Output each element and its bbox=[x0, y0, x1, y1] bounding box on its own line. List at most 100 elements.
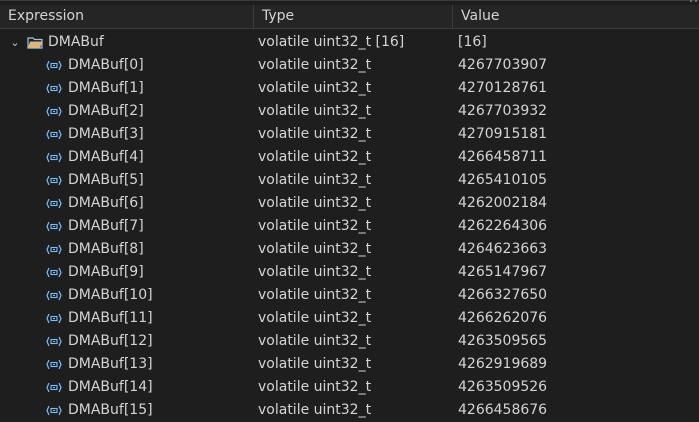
field-icon bbox=[46, 267, 62, 278]
value-cell[interactable]: 4267703907 bbox=[458, 54, 698, 77]
field-icon bbox=[46, 83, 62, 94]
type-cell: volatile uint32_t bbox=[258, 218, 372, 234]
tree-row[interactable]: DMABuf[12] volatile uint32_t 4263509565 bbox=[0, 330, 699, 353]
field-icon bbox=[46, 382, 62, 393]
field-icon bbox=[46, 152, 62, 163]
value-cell[interactable]: 4262002184 bbox=[458, 192, 698, 215]
tree-row[interactable]: DMABuf[6] volatile uint32_t 4262002184 bbox=[0, 192, 699, 215]
column-header-expression[interactable]: Expression bbox=[0, 5, 254, 28]
expression-cell: DMABuf[14] bbox=[0, 376, 254, 399]
expression-cell: DMABuf[2] bbox=[0, 100, 254, 123]
column-header-type[interactable]: Type bbox=[254, 5, 453, 28]
tree-row[interactable]: DMABuf[0] volatile uint32_t 4267703907 bbox=[0, 54, 699, 77]
value-cell[interactable]: 4266262076 bbox=[458, 307, 698, 330]
expression-name: DMABuf[5] bbox=[68, 172, 144, 188]
expression-cell: DMABuf[12] bbox=[0, 330, 254, 353]
expression-name: DMABuf[6] bbox=[68, 195, 144, 211]
tree-row[interactable]: DMABuf[2] volatile uint32_t 4267703932 bbox=[0, 100, 699, 123]
field-icon bbox=[46, 198, 62, 209]
type-cell: volatile uint32_t bbox=[258, 149, 372, 165]
tree-row[interactable]: DMABuf[8] volatile uint32_t 4264623663 bbox=[0, 238, 699, 261]
expression-cell: DMABuf[3] bbox=[0, 123, 254, 146]
field-icon bbox=[46, 175, 62, 186]
tree-row[interactable]: DMABuf[1] volatile uint32_t 4270128761 bbox=[0, 77, 699, 100]
expression-cell: DMABuf[8] bbox=[0, 238, 254, 261]
expression-name: DMABuf[13] bbox=[68, 356, 153, 372]
type-cell: volatile uint32_t bbox=[258, 333, 372, 349]
field-icon bbox=[46, 244, 62, 255]
expression-name: DMABuf[10] bbox=[68, 287, 153, 303]
column-header-value[interactable]: Value bbox=[453, 5, 699, 28]
type-cell: volatile uint32_t bbox=[258, 80, 372, 96]
field-icon bbox=[46, 290, 62, 301]
expression-cell: DMABuf[5] bbox=[0, 169, 254, 192]
tree-row[interactable]: DMABuf[3] volatile uint32_t 4270915181 bbox=[0, 123, 699, 146]
tree-row[interactable]: DMABuf[7] volatile uint32_t 4262264306 bbox=[0, 215, 699, 238]
expression-cell: ⌄ DMABuf bbox=[0, 31, 254, 54]
type-cell: volatile uint32_t bbox=[258, 310, 372, 326]
value-cell[interactable]: 4270915181 bbox=[458, 123, 698, 146]
chevron-down-icon[interactable]: ⌄ bbox=[8, 31, 22, 54]
value-cell[interactable]: 4270128761 bbox=[458, 77, 698, 100]
type-cell: volatile uint32_t bbox=[258, 287, 372, 303]
type-cell: volatile uint32_t bbox=[258, 126, 372, 142]
type-cell: volatile uint32_t bbox=[258, 379, 372, 395]
expression-cell: DMABuf[13] bbox=[0, 353, 254, 376]
field-icon bbox=[46, 221, 62, 232]
expression-name: DMABuf[11] bbox=[68, 310, 153, 326]
tree-row[interactable]: DMABuf[14] volatile uint32_t 4263509526 bbox=[0, 376, 699, 399]
expression-name: DMABuf[0] bbox=[68, 57, 144, 73]
value-cell[interactable]: 4263509565 bbox=[458, 330, 698, 353]
tree-row[interactable]: DMABuf[15] volatile uint32_t 4266458676 bbox=[0, 399, 699, 422]
tree-row[interactable]: DMABuf[13] volatile uint32_t 4262919689 bbox=[0, 353, 699, 376]
field-icon bbox=[46, 405, 62, 416]
value-cell[interactable]: [16] bbox=[458, 31, 698, 54]
value-cell[interactable]: 4265147967 bbox=[458, 261, 698, 284]
expression-cell: DMABuf[9] bbox=[0, 261, 254, 284]
value-cell[interactable]: 4263509526 bbox=[458, 376, 698, 399]
field-icon bbox=[46, 336, 62, 347]
value-cell[interactable]: 4265410105 bbox=[458, 169, 698, 192]
watch-rows: ⌄ DMABuf volatile uint32_t [16] [16] DMA… bbox=[0, 31, 699, 422]
field-icon bbox=[46, 313, 62, 324]
tree-row[interactable]: DMABuf[10] volatile uint32_t 4266327650 bbox=[0, 284, 699, 307]
value-cell[interactable]: 4267703932 bbox=[458, 100, 698, 123]
type-cell: volatile uint32_t bbox=[258, 57, 372, 73]
value-cell[interactable]: 4262264306 bbox=[458, 215, 698, 238]
expression-name: DMABuf[2] bbox=[68, 103, 144, 119]
tree-row[interactable]: DMABuf[5] volatile uint32_t 4265410105 bbox=[0, 169, 699, 192]
expression-cell: DMABuf[10] bbox=[0, 284, 254, 307]
field-icon bbox=[46, 129, 62, 140]
value-cell[interactable]: 4264623663 bbox=[458, 238, 698, 261]
tree-row[interactable]: DMABuf[4] volatile uint32_t 4266458711 bbox=[0, 146, 699, 169]
resize-grip-icon[interactable] bbox=[687, 0, 699, 3]
type-cell: volatile uint32_t bbox=[258, 103, 372, 119]
expression-cell: DMABuf[7] bbox=[0, 215, 254, 238]
expression-cell: DMABuf[4] bbox=[0, 146, 254, 169]
expression-name: DMABuf[15] bbox=[68, 402, 153, 418]
expression-name: DMABuf[8] bbox=[68, 241, 144, 257]
value-cell[interactable]: 4266458711 bbox=[458, 146, 698, 169]
type-cell: volatile uint32_t bbox=[258, 172, 372, 188]
tree-row[interactable]: DMABuf[9] volatile uint32_t 4265147967 bbox=[0, 261, 699, 284]
type-cell: volatile uint32_t bbox=[258, 264, 372, 280]
expression-name: DMABuf[7] bbox=[68, 218, 144, 234]
tree-row-root[interactable]: ⌄ DMABuf volatile uint32_t [16] [16] bbox=[0, 31, 699, 54]
expression-cell: DMABuf[6] bbox=[0, 192, 254, 215]
watch-header: Expression Type Value bbox=[0, 5, 699, 29]
expression-cell: DMABuf[1] bbox=[0, 77, 254, 100]
expression-cell: DMABuf[15] bbox=[0, 399, 254, 422]
panel-top-border bbox=[0, 0, 699, 1]
tree-row[interactable]: DMABuf[11] volatile uint32_t 4266262076 bbox=[0, 307, 699, 330]
value-cell[interactable]: 4266327650 bbox=[458, 284, 698, 307]
value-cell[interactable]: 4266458676 bbox=[458, 399, 698, 422]
type-cell: volatile uint32_t [16] bbox=[258, 34, 405, 50]
type-cell: volatile uint32_t bbox=[258, 241, 372, 257]
field-icon bbox=[46, 359, 62, 370]
expression-name: DMABuf bbox=[48, 34, 104, 50]
expression-cell: DMABuf[11] bbox=[0, 307, 254, 330]
type-cell: volatile uint32_t bbox=[258, 195, 372, 211]
value-cell[interactable]: 4262919689 bbox=[458, 353, 698, 376]
expression-name: DMABuf[4] bbox=[68, 149, 144, 165]
expression-name: DMABuf[3] bbox=[68, 126, 144, 142]
